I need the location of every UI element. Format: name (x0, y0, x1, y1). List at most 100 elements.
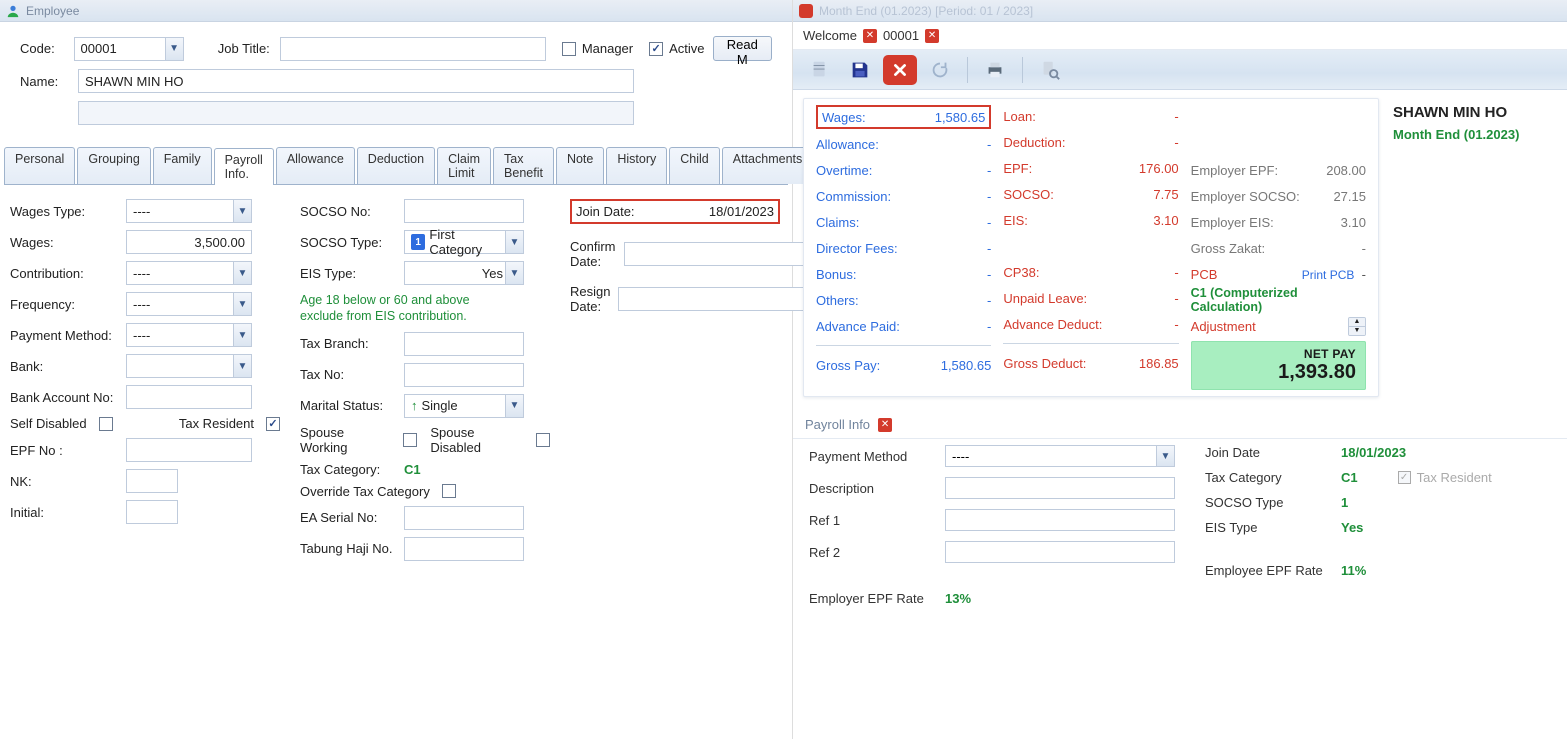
spouse-disabled-checkbox[interactable] (536, 433, 550, 447)
tab-personal[interactable]: Personal (4, 147, 75, 184)
gross-zakat-label: Gross Zakat: (1191, 241, 1265, 256)
resign-date-input[interactable] (618, 287, 808, 311)
nk-input[interactable] (126, 469, 178, 493)
tab-grouping[interactable]: Grouping (77, 147, 150, 184)
self-disabled-checkbox[interactable] (99, 417, 113, 431)
spouse-working-checkbox[interactable] (403, 433, 417, 447)
tax-no-input[interactable] (404, 363, 524, 387)
override-tax-cat-checkbox[interactable] (442, 484, 456, 498)
nk-label: NK: (10, 474, 122, 489)
tab-employee-code[interactable]: 00001✕ (883, 28, 939, 43)
close-icon[interactable]: ✕ (863, 29, 877, 43)
close-icon[interactable]: ✕ (878, 418, 892, 432)
refresh-button[interactable] (923, 55, 957, 85)
jobtitle-input[interactable] (280, 37, 545, 61)
side-info: SHAWN MIN HO Month End (01.2023) (1393, 98, 1553, 397)
tab-child[interactable]: Child (669, 147, 720, 184)
employee-tabs: Personal Grouping Family Payroll Info. A… (4, 147, 788, 185)
payment-method-label: Payment Method: (10, 328, 122, 343)
adjustment-spinner[interactable]: ▲▼ (1348, 317, 1366, 336)
others-label: Others: (816, 293, 859, 308)
contribution-label: Contribution: (10, 266, 122, 281)
pi-ref1-input[interactable] (945, 509, 1175, 531)
confirm-date-label: Confirm Date: (570, 239, 616, 269)
employer-epf-value: 208.00 (1326, 163, 1366, 178)
ea-serial-input[interactable] (404, 506, 524, 530)
socso-no-input[interactable] (404, 199, 524, 223)
cp38-label: CP38: (1003, 265, 1039, 280)
name-input-2[interactable] (78, 101, 634, 125)
close-icon[interactable]: ✕ (925, 29, 939, 43)
net-pay-box: NET PAY 1,393.80 (1191, 341, 1366, 390)
tab-tax-benefit[interactable]: Tax Benefit (493, 147, 554, 184)
adjustment-label: Adjustment (1191, 319, 1256, 334)
jobtitle-label: Job Title: (218, 41, 273, 56)
wages-input[interactable] (126, 230, 252, 254)
chevron-down-icon[interactable]: ▼ (233, 262, 251, 284)
chevron-down-icon[interactable]: ▼ (233, 324, 251, 346)
tab-claim-limit[interactable]: Claim Limit (437, 147, 491, 184)
tabung-input[interactable] (404, 537, 524, 561)
pi-employer-epf-rate-label: Employer EPF Rate (809, 591, 935, 606)
chevron-down-icon[interactable]: ▼ (1156, 446, 1174, 466)
socso-no-label: SOCSO No: (300, 204, 400, 219)
read-mykad-button[interactable]: Read M (713, 36, 772, 61)
pi-eis-type-label: EIS Type (1205, 520, 1331, 535)
manager-checkbox[interactable]: Manager (562, 41, 633, 56)
tab-note[interactable]: Note (556, 147, 604, 184)
search-doc-button[interactable] (1033, 55, 1067, 85)
join-date-value[interactable]: 18/01/2023 (674, 204, 774, 219)
tax-no-label: Tax No: (300, 367, 400, 382)
name-input[interactable] (78, 69, 634, 93)
app-icon (799, 4, 813, 18)
tab-deduction[interactable]: Deduction (357, 147, 435, 184)
epf-label: EPF: (1003, 161, 1032, 176)
pi-tax-category-label: Tax Category (1205, 470, 1331, 485)
chevron-down-icon[interactable]: ▼ (505, 231, 523, 253)
tab-payroll-info[interactable]: Payroll Info. (214, 148, 274, 185)
pi-ref2-input[interactable] (945, 541, 1175, 563)
confirm-date-input[interactable] (624, 242, 814, 266)
epf-no-label: EPF No : (10, 443, 122, 458)
advance-paid-label: Advance Paid: (816, 319, 900, 334)
net-pay-value: 1,393.80 (1201, 361, 1356, 384)
chevron-down-icon[interactable]: ▼ (233, 293, 251, 315)
tab-allowance[interactable]: Allowance (276, 147, 355, 184)
pi-payment-method-combo[interactable] (945, 445, 1175, 467)
delete-button[interactable] (883, 55, 917, 85)
tab-history[interactable]: History (606, 147, 667, 184)
tax-resident-label: Tax Resident (179, 416, 254, 431)
chevron-down-icon[interactable]: ▼ (233, 200, 251, 222)
bank-acct-label: Bank Account No: (10, 390, 122, 405)
frequency-label: Frequency: (10, 297, 122, 312)
join-date-label: Join Date: (576, 204, 666, 219)
pi-eis-type-value: Yes (1341, 520, 1363, 535)
tab-family[interactable]: Family (153, 147, 212, 184)
chevron-down-icon[interactable]: ▼ (505, 262, 523, 284)
save-button[interactable] (843, 55, 877, 85)
join-date-highlight: Join Date: 18/01/2023 (570, 199, 780, 224)
director-fees-label: Director Fees: (816, 241, 898, 256)
employer-eis-label: Employer EIS: (1191, 215, 1274, 230)
bank-acct-input[interactable] (126, 385, 252, 409)
tax-branch-input[interactable] (404, 332, 524, 356)
overtime-label: Overtime: (816, 163, 872, 178)
chevron-down-icon[interactable]: ▼ (165, 38, 183, 60)
chevron-down-icon[interactable]: ▼ (505, 395, 523, 417)
toolbar (793, 50, 1567, 90)
tab-welcome[interactable]: Welcome✕ (803, 28, 877, 43)
socso-value: 7.75 (1153, 187, 1178, 202)
pi-description-input[interactable] (945, 477, 1175, 499)
tax-resident-checkbox[interactable]: ✓ (266, 417, 280, 431)
print-pcb-link[interactable]: Print PCB (1302, 268, 1355, 282)
active-checkbox[interactable]: ✓Active (649, 41, 704, 56)
epf-no-input[interactable] (126, 438, 252, 462)
print-button[interactable] (978, 55, 1012, 85)
initial-input[interactable] (126, 500, 178, 524)
spouse-disabled-label: Spouse Disabled (430, 425, 524, 455)
gross-deduct-value: 186.85 (1139, 356, 1179, 371)
chevron-down-icon[interactable]: ▼ (233, 355, 251, 377)
new-record-button[interactable] (803, 55, 837, 85)
pi-description-label: Description (809, 481, 935, 496)
allowance-label: Allowance: (816, 137, 879, 152)
